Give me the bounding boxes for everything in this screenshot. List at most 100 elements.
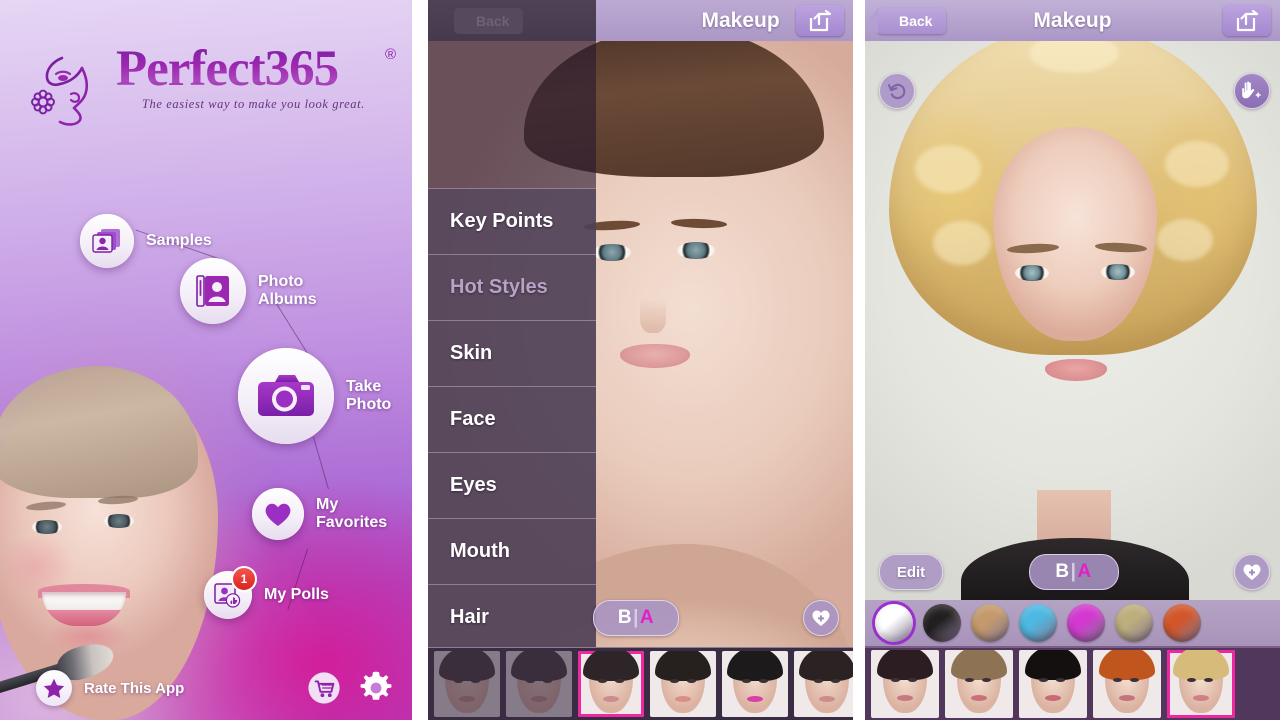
panel-divider-1 (412, 0, 428, 720)
my-polls-badge: 1 (231, 566, 257, 592)
star-icon (43, 678, 65, 698)
makeup-category-mouth[interactable]: Mouth (428, 518, 596, 584)
logo-wordmark: Perfect365 ® The easiest way to make you… (116, 44, 396, 112)
hair-color-white[interactable] (875, 604, 913, 642)
hair-color-sky-blue[interactable] (1019, 604, 1057, 642)
before-after-toggle[interactable]: B | A (593, 600, 679, 636)
thumb-eye (670, 679, 679, 683)
hair-color-black[interactable] (923, 604, 961, 642)
my-favorites-label: My Favorites (316, 496, 388, 531)
gear-icon (360, 671, 392, 700)
makeup-share-button[interactable] (796, 5, 844, 36)
hair-style-thumbnail[interactable] (1093, 650, 1161, 718)
samples-button[interactable] (80, 214, 134, 268)
makeup-category-menu[interactable]: Key Points Hot Styles Skin Face Eyes Mouth Hai… (428, 188, 596, 650)
hair-style-thumbnail[interactable] (1019, 650, 1087, 718)
logo-face-icon (30, 50, 116, 130)
hair-style-thumbnail[interactable] (945, 650, 1013, 718)
makeup-page-title: Makeup (701, 8, 780, 32)
thumb-eye (1130, 678, 1139, 682)
makeup-style-thumbnail[interactable] (578, 651, 644, 717)
touch-retouch-button[interactable] (1234, 73, 1270, 109)
thumb-eye (543, 679, 552, 683)
thumb-eye (908, 678, 917, 682)
hair-color-light-brown[interactable] (971, 604, 1009, 642)
screenshot-stage: Perfect365 ® The easiest way to make you… (0, 0, 1280, 720)
makeup-back-label: Back (476, 12, 510, 29)
compare-separator: | (1070, 561, 1077, 582)
add-to-favorites-button[interactable] (1234, 554, 1270, 590)
subject-eyebrow-right (670, 218, 728, 229)
thumb-eye (1204, 678, 1213, 682)
makeup-category-key-points[interactable]: Key Points (428, 188, 596, 254)
thumb-eye (982, 678, 991, 682)
thumb-hair (951, 650, 1007, 680)
thumb-eye (742, 679, 751, 683)
shopping-cart-button[interactable] (304, 668, 344, 708)
photo-albums-label: Photo Albums (258, 273, 317, 308)
logo-name: Perfect365 (116, 44, 392, 95)
my-polls-button[interactable]: 1 (204, 566, 257, 619)
thumb-hair (877, 650, 933, 680)
heart-plus-icon (1243, 564, 1261, 580)
makeup-category-face[interactable]: Face (428, 386, 596, 452)
add-to-favorites-button[interactable] (803, 600, 839, 636)
subject-nose (640, 299, 666, 333)
hair-color-magenta[interactable] (1067, 604, 1105, 642)
before-label: B (617, 607, 633, 628)
home-menu-item-my-favorites[interactable]: My Favorites (252, 488, 387, 540)
hair-curl (933, 221, 991, 265)
thumb-eye (831, 679, 840, 683)
hair-style-strip[interactable] (865, 646, 1280, 720)
thumb-eye (1113, 678, 1122, 682)
hair-style-thumbnail[interactable] (871, 650, 939, 718)
camera-icon (258, 375, 314, 416)
hair-style-thumbnail[interactable] (1167, 650, 1235, 718)
makeup-style-thumbnail[interactable] (506, 651, 572, 717)
makeup-back-button[interactable]: Back (454, 7, 524, 34)
thumb-eye (1187, 678, 1196, 682)
makeup-category-hair[interactable]: Hair (428, 584, 596, 650)
compare-separator: | (633, 607, 639, 628)
undo-button[interactable] (879, 73, 915, 109)
hair-share-button[interactable] (1223, 5, 1271, 36)
hair-color-swatches[interactable] (865, 600, 1280, 646)
makeup-style-strip[interactable] (428, 647, 853, 720)
makeup-category-skin[interactable]: Skin (428, 320, 596, 386)
thumb-lips (897, 695, 913, 701)
photo-albums-button[interactable] (180, 258, 246, 324)
thumb-lips (675, 696, 691, 702)
thumb-eye (965, 678, 974, 682)
makeup-category-label: Mouth (450, 540, 510, 562)
photo-album-icon (196, 275, 229, 307)
makeup-category-label: Eyes (450, 474, 497, 496)
thumb-hair (655, 651, 711, 681)
before-after-toggle[interactable]: B | A (1028, 554, 1119, 590)
home-menu-item-take-photo[interactable]: Take Photo (238, 348, 391, 444)
hair-color-khaki[interactable] (1115, 604, 1153, 642)
makeup-style-thumbnail[interactable] (794, 651, 853, 717)
rate-this-app-button[interactable]: Rate This App (36, 670, 184, 706)
makeup-category-eyes[interactable]: Eyes (428, 452, 596, 518)
makeup-style-thumbnail[interactable] (722, 651, 788, 717)
home-menu-item-photo-albums[interactable]: Photo Albums (180, 258, 317, 324)
makeup-style-thumbnail[interactable] (434, 651, 500, 717)
thumb-hair (511, 651, 567, 681)
edit-button[interactable]: Edit (879, 554, 943, 590)
makeup-photo-area[interactable]: Key Points Hot Styles Skin Face Eyes Mouth Hai… (428, 27, 853, 694)
thumb-lips (459, 696, 475, 702)
hair-color-burnt-orange[interactable] (1163, 604, 1201, 642)
home-menu-item-my-polls[interactable]: 1 My Polls (204, 566, 329, 619)
thumb-eye (687, 679, 696, 683)
my-favorites-button[interactable] (252, 488, 304, 540)
hand-touch-icon (1242, 81, 1261, 99)
makeup-style-thumbnail[interactable] (650, 651, 716, 717)
settings-button[interactable] (356, 668, 396, 708)
hair-photo-area[interactable]: Edit B | A (865, 25, 1280, 608)
take-photo-button[interactable] (238, 348, 334, 444)
heart-icon (265, 503, 291, 526)
makeup-category-label: Hair (450, 606, 489, 628)
samples-label: Samples (146, 232, 212, 250)
makeup-category-hot-styles[interactable]: Hot Styles (428, 254, 596, 320)
hair-curl (915, 145, 981, 193)
